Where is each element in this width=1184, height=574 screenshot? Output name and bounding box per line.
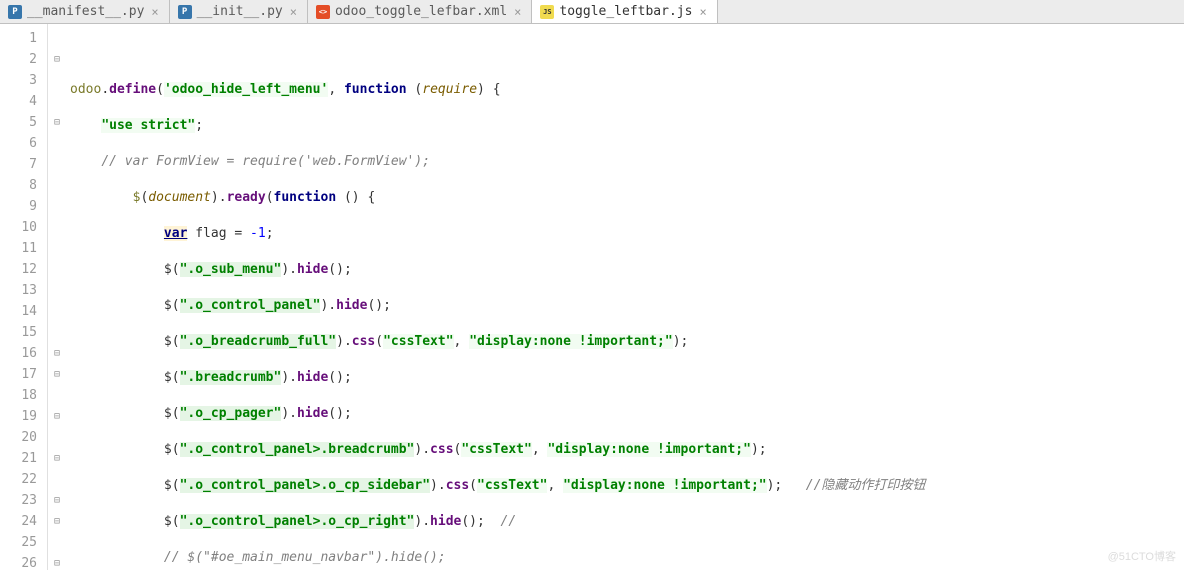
watermark: @51CTO博客 xyxy=(1108,548,1176,564)
code-line[interactable]: $(".o_cp_pager").hide(); xyxy=(70,403,1184,424)
fold-marker xyxy=(48,196,66,217)
line-number: 16 xyxy=(0,343,37,364)
fold-marker xyxy=(48,427,66,448)
tab-label: __manifest__.py xyxy=(27,4,144,19)
fold-gutter[interactable]: ⊟⊟⊟⊟⊟⊟⊟⊟⊟ xyxy=(48,24,66,570)
fold-marker[interactable]: ⊟ xyxy=(48,112,66,133)
line-number: 21 xyxy=(0,448,37,469)
code-line[interactable]: $(".o_control_panel>.o_cp_right").hide()… xyxy=(70,511,1184,532)
fold-marker xyxy=(48,28,66,49)
code-area[interactable]: odoo.define('odoo_hide_left_menu', funct… xyxy=(66,24,1184,570)
code-line[interactable] xyxy=(70,43,1184,64)
fold-marker xyxy=(48,532,66,553)
close-icon[interactable]: × xyxy=(149,6,160,18)
fold-marker xyxy=(48,280,66,301)
fold-marker xyxy=(48,469,66,490)
python-icon xyxy=(8,5,22,19)
fold-marker[interactable]: ⊟ xyxy=(48,490,66,511)
line-number: 3 xyxy=(0,70,37,91)
fold-marker[interactable]: ⊟ xyxy=(48,406,66,427)
code-line[interactable]: var flag = -1; xyxy=(70,223,1184,244)
fold-marker xyxy=(48,259,66,280)
fold-marker xyxy=(48,175,66,196)
fold-marker xyxy=(48,91,66,112)
line-number: 13 xyxy=(0,280,37,301)
line-number: 15 xyxy=(0,322,37,343)
code-line[interactable]: "use strict"; xyxy=(70,115,1184,136)
line-number: 14 xyxy=(0,301,37,322)
code-line[interactable]: $(document).ready(function () { xyxy=(70,187,1184,208)
code-line[interactable]: // $("#oe_main_menu_navbar").hide(); xyxy=(70,547,1184,568)
tab-manifest-py[interactable]: __manifest__.py × xyxy=(0,0,170,23)
tab-label: odoo_toggle_lefbar.xml xyxy=(335,4,507,19)
code-line[interactable]: $(".o_control_panel>.o_cp_sidebar").css(… xyxy=(70,475,1184,496)
line-number: 10 xyxy=(0,217,37,238)
line-number: 12 xyxy=(0,259,37,280)
fold-marker[interactable]: ⊟ xyxy=(48,553,66,574)
fold-marker[interactable]: ⊟ xyxy=(48,343,66,364)
code-line[interactable]: $(".breadcrumb").hide(); xyxy=(70,367,1184,388)
line-number-gutter: 1234567891011121314151617181920212223242… xyxy=(0,24,48,570)
line-number: 11 xyxy=(0,238,37,259)
line-number: 7 xyxy=(0,154,37,175)
tab-toggle-lefbar-xml[interactable]: odoo_toggle_lefbar.xml × xyxy=(308,0,532,23)
line-number: 18 xyxy=(0,385,37,406)
close-icon[interactable]: × xyxy=(512,6,523,18)
line-number: 20 xyxy=(0,427,37,448)
line-number: 9 xyxy=(0,196,37,217)
xml-icon xyxy=(316,5,330,19)
line-number: 6 xyxy=(0,133,37,154)
fold-marker xyxy=(48,70,66,91)
line-number: 19 xyxy=(0,406,37,427)
line-number: 5 xyxy=(0,112,37,133)
fold-marker[interactable]: ⊟ xyxy=(48,364,66,385)
fold-marker xyxy=(48,154,66,175)
tab-label: toggle_leftbar.js xyxy=(559,4,692,19)
code-line[interactable]: $(".o_control_panel>.breadcrumb").css("c… xyxy=(70,439,1184,460)
line-number: 26 xyxy=(0,553,37,574)
line-number: 25 xyxy=(0,532,37,553)
code-line[interactable]: $(".o_breadcrumb_full").css("cssText", "… xyxy=(70,331,1184,352)
code-line[interactable]: $(".o_sub_menu").hide(); xyxy=(70,259,1184,280)
line-number: 24 xyxy=(0,511,37,532)
fold-marker[interactable]: ⊟ xyxy=(48,49,66,70)
line-number: 1 xyxy=(0,28,37,49)
fold-marker[interactable]: ⊟ xyxy=(48,511,66,532)
line-number: 22 xyxy=(0,469,37,490)
tab-toggle-leftbar-js[interactable]: toggle_leftbar.js × xyxy=(532,0,717,23)
fold-marker xyxy=(48,238,66,259)
code-line[interactable]: odoo.define('odoo_hide_left_menu', funct… xyxy=(70,79,1184,100)
tab-init-py[interactable]: __init__.py × xyxy=(170,0,308,23)
fold-marker xyxy=(48,301,66,322)
python-icon xyxy=(178,5,192,19)
code-line[interactable]: // var FormView = require('web.FormView'… xyxy=(70,151,1184,172)
close-icon[interactable]: × xyxy=(697,6,708,18)
close-icon[interactable]: × xyxy=(288,6,299,18)
fold-marker xyxy=(48,322,66,343)
js-icon xyxy=(540,5,554,19)
line-number: 23 xyxy=(0,490,37,511)
fold-marker xyxy=(48,217,66,238)
fold-marker[interactable]: ⊟ xyxy=(48,448,66,469)
tab-label: __init__.py xyxy=(197,4,283,19)
tab-bar: __manifest__.py × __init__.py × odoo_tog… xyxy=(0,0,1184,24)
line-number: 17 xyxy=(0,364,37,385)
line-number: 4 xyxy=(0,91,37,112)
line-number: 8 xyxy=(0,175,37,196)
code-line[interactable]: $(".o_control_panel").hide(); xyxy=(70,295,1184,316)
fold-marker xyxy=(48,133,66,154)
fold-marker xyxy=(48,385,66,406)
editor[interactable]: 1234567891011121314151617181920212223242… xyxy=(0,24,1184,570)
line-number: 2 xyxy=(0,49,37,70)
